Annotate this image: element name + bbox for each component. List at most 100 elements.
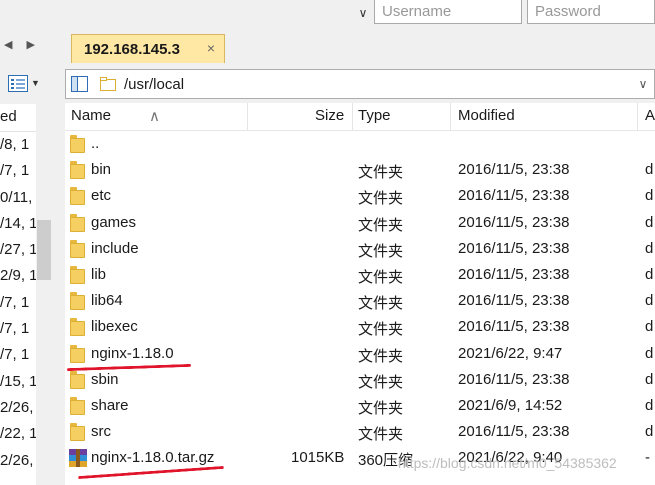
toggle-tree-button[interactable]	[66, 71, 92, 97]
sort-ascending-icon: ∧	[149, 108, 160, 125]
file-name: nginx-1.18.0.tar.gz	[91, 449, 215, 467]
file-name: etc	[91, 187, 112, 205]
file-row[interactable]: libexec 文件夹 2016/11/5, 23:38 d	[65, 314, 655, 340]
column-divider[interactable]	[450, 103, 451, 131]
folder-icon	[70, 344, 85, 363]
local-list-item[interactable]: /7, 1	[0, 290, 36, 316]
column-header-modified[interactable]: Modified	[458, 107, 515, 124]
file-modified: 2016/11/5, 23:38	[458, 318, 570, 336]
local-view-button[interactable]: ▼	[8, 72, 48, 94]
folder-icon	[70, 266, 85, 284]
folder-icon	[70, 292, 85, 311]
file-size: 1015KB	[291, 449, 345, 467]
file-name: nginx-1.18.0	[91, 344, 174, 362]
session-tab[interactable]: 192.168.145.3 ×	[71, 34, 225, 63]
local-list-item[interactable]: /7, 1	[0, 316, 36, 342]
list-view-icon	[8, 74, 28, 92]
file-modified: 2016/11/5, 23:38	[458, 213, 570, 231]
folder-icon	[70, 370, 85, 389]
close-icon[interactable]: ×	[207, 40, 215, 56]
file-type: 文件夹	[358, 216, 404, 234]
column-header-attributes[interactable]: A	[645, 107, 655, 124]
login-bar: ∨ Username Password	[0, 0, 655, 28]
folder-icon	[70, 397, 85, 415]
file-type: 文件夹	[358, 400, 404, 417]
file-attributes: d	[645, 344, 654, 362]
file-row[interactable]: etc 文件夹 2016/11/5, 23:38 d	[65, 183, 655, 209]
file-name: games	[91, 213, 137, 231]
sftp-client-window: ∨ Username Password ◀ ▶ ▼ ed /8, 1/7, 10…	[0, 0, 655, 485]
file-attributes: d	[645, 266, 654, 283]
file-attributes: d	[645, 370, 654, 388]
remote-file-list: Name ∧ Size Type Modified A .. bin 文件夹 2016…	[65, 103, 655, 485]
file-modified: 2016/11/5, 23:38	[458, 423, 570, 441]
file-type: 文件夹	[358, 347, 404, 365]
local-list-item[interactable]: 2/9, 1	[0, 263, 36, 289]
local-scrollbar-thumb[interactable]	[37, 220, 51, 280]
file-row[interactable]: games 文件夹 2016/11/5, 23:38 d	[65, 210, 655, 236]
local-list-item[interactable]: /22, 1	[0, 421, 36, 447]
folder-icon	[70, 135, 85, 153]
file-row[interactable]: share 文件夹 2021/6/9, 14:52 d	[65, 393, 655, 419]
file-type: 文件夹	[358, 269, 404, 286]
column-divider[interactable]	[352, 103, 353, 131]
local-list-item[interactable]: /7, 1	[0, 158, 36, 184]
file-row[interactable]: ..	[65, 131, 655, 157]
file-modified: 2016/11/5, 23:38	[458, 370, 570, 388]
chevron-down-icon: ▼	[31, 78, 40, 88]
host-dropdown-chevron-icon[interactable]: ∨	[355, 2, 371, 24]
remote-path-input[interactable]: /usr/local	[124, 76, 632, 93]
local-modified-header[interactable]: ed	[0, 104, 36, 132]
file-attributes: d	[645, 423, 654, 441]
file-attributes: d	[645, 239, 654, 257]
column-header-name[interactable]: Name	[71, 107, 111, 124]
file-attributes: d	[645, 161, 654, 179]
local-scrollbar[interactable]	[36, 104, 52, 485]
column-header-row: Name ∧ Size Type Modified A	[65, 103, 655, 131]
file-row[interactable]: sbin 文件夹 2016/11/5, 23:38 d	[65, 367, 655, 393]
file-modified: 2021/6/22, 9:47	[458, 344, 563, 362]
file-attributes: d	[645, 397, 654, 414]
file-name: lib	[91, 266, 107, 283]
file-name: src	[91, 423, 111, 441]
column-header-type[interactable]: Type	[358, 107, 391, 124]
file-modified: 2016/11/5, 23:38	[458, 239, 570, 257]
scroll-left-icon[interactable]: ◀	[4, 38, 12, 51]
local-pane: ◀ ▶ ▼ ed /8, 1/7, 1 0/11,/14, 1/27, 1 2/9,…	[0, 28, 57, 485]
file-attributes: d	[645, 213, 654, 231]
column-divider[interactable]	[247, 103, 248, 131]
file-row[interactable]: lib64 文件夹 2016/11/5, 23:38 d	[65, 288, 655, 314]
local-file-list: ed /8, 1/7, 1 0/11,/14, 1/27, 1 2/9, 1/7, …	[0, 104, 36, 485]
password-field[interactable]: Password	[527, 0, 655, 24]
file-row[interactable]: lib 文件夹 2016/11/5, 23:38 d	[65, 262, 655, 288]
file-modified: 2016/11/5, 23:38	[458, 161, 570, 179]
chevron-down-icon[interactable]: ∨	[632, 77, 654, 91]
local-list-item[interactable]: /8, 1	[0, 132, 36, 158]
file-row[interactable]: bin 文件夹 2016/11/5, 23:38 d	[65, 157, 655, 183]
username-field[interactable]: Username	[374, 0, 522, 24]
local-list-item[interactable]: 2/26,	[0, 448, 36, 474]
file-modified: 2016/11/5, 23:38	[458, 292, 570, 310]
file-name: bin	[91, 161, 112, 179]
file-row[interactable]: nginx-1.18.0 文件夹 2021/6/22, 9:47 d	[65, 341, 655, 367]
file-name: share	[91, 397, 129, 414]
file-name: include	[91, 239, 139, 257]
local-list-item[interactable]: /15, 1	[0, 369, 36, 395]
file-type: 文件夹	[358, 242, 404, 260]
column-header-size[interactable]: Size	[315, 107, 344, 124]
local-list-item[interactable]: 0/11,	[0, 185, 36, 211]
file-row[interactable]: include 文件夹 2016/11/5, 23:38 d	[65, 236, 655, 262]
local-list-item[interactable]: /27, 1	[0, 237, 36, 263]
file-type: 文件夹	[358, 373, 404, 391]
file-modified: 2016/11/5, 23:38	[458, 187, 570, 205]
local-list-item[interactable]: /14, 1	[0, 211, 36, 237]
file-type: 文件夹	[358, 426, 404, 444]
column-divider[interactable]	[637, 103, 638, 131]
local-list-item[interactable]: /7, 1	[0, 342, 36, 368]
scroll-right-icon[interactable]: ▶	[26, 38, 34, 51]
file-type: 文件夹	[358, 164, 404, 182]
file-row[interactable]: src 文件夹 2016/11/5, 23:38 d	[65, 419, 655, 445]
local-list-item[interactable]: 2/26,	[0, 395, 36, 421]
session-tab-label: 192.168.145.3	[84, 40, 180, 58]
file-modified: 2016/11/5, 23:38	[458, 266, 570, 283]
